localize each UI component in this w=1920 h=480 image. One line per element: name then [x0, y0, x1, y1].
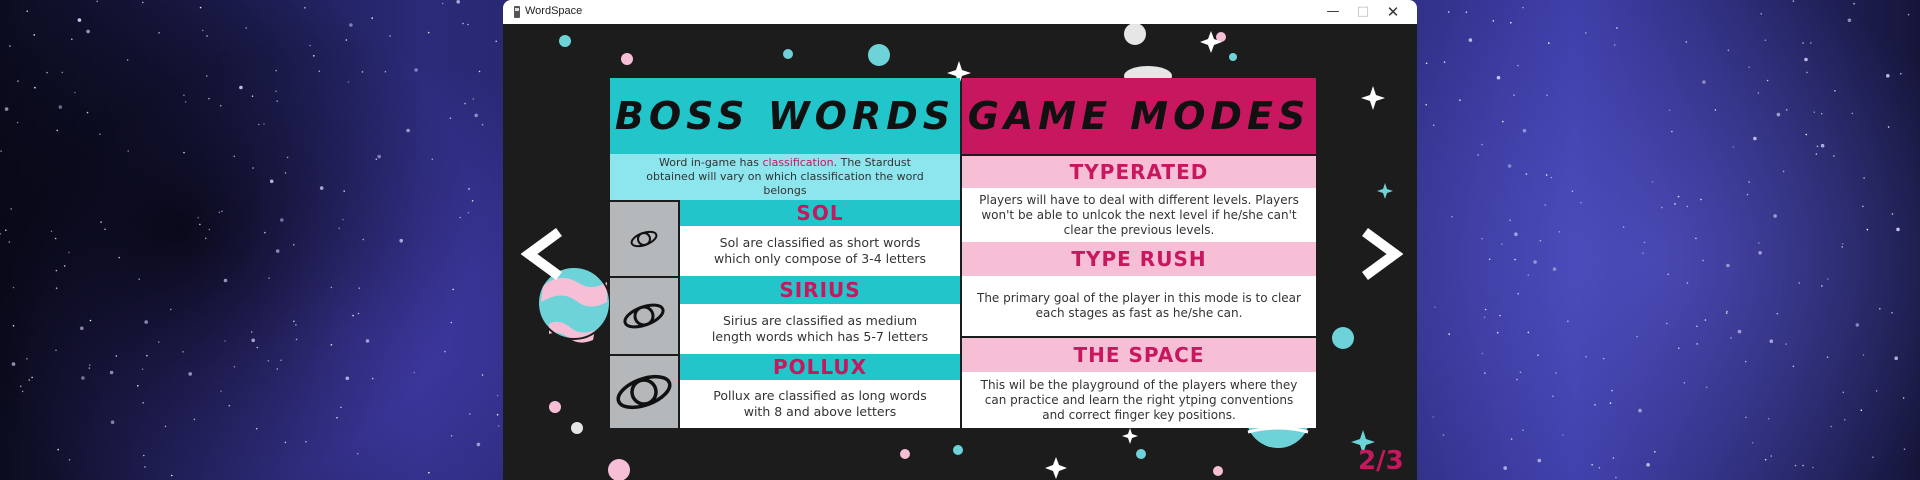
- planet-ring-medium-icon: [623, 303, 665, 329]
- typerated-label: TYPERATED: [1069, 160, 1209, 184]
- pollux-description: Pollux are classified as long words with…: [713, 388, 927, 419]
- game-modes-header: GAME MODES: [962, 78, 1316, 154]
- window-title: WordSpace: [525, 5, 583, 17]
- info-table: BOSS WORDS Word in-game has classificati…: [610, 78, 1316, 428]
- chevron-left-icon: [520, 227, 562, 281]
- type-rush-label: TYPE RUSH: [1071, 247, 1207, 271]
- boss-words-intro: Word in-game has classification. The Sta…: [610, 154, 960, 200]
- page-indicator: 2/3: [1358, 446, 1404, 476]
- type-rush-description: The primary goal of the player in this m…: [977, 291, 1301, 320]
- sirius-header: SIRIUS: [680, 276, 960, 304]
- chevron-right-icon: [1362, 227, 1404, 281]
- sirius-description-cell: Sirius are classified as medium length w…: [680, 304, 960, 354]
- wordspace-window: WordSpace — □ ✕ BOSS WORDS Word in-game …: [503, 0, 1417, 480]
- classification-highlight: classification: [762, 156, 834, 169]
- planet-ring-small-icon: [630, 230, 658, 248]
- pollux-header: POLLUX: [680, 354, 960, 380]
- pollux-icon-cell: [610, 354, 680, 428]
- intro-text: Word in-game has classification. The Sta…: [646, 156, 924, 197]
- type-rush-description-cell: The primary goal of the player in this m…: [962, 276, 1316, 336]
- sol-label: SOL: [796, 201, 844, 225]
- close-button[interactable]: ✕: [1375, 0, 1411, 24]
- sol-icon-cell: [610, 200, 680, 276]
- sol-description-cell: Sol are classified as short words which …: [680, 226, 960, 276]
- planet-ring-large-icon: [616, 374, 672, 410]
- the-space-description: This wil be the playground of the player…: [980, 377, 1298, 422]
- the-space-header: THE SPACE: [962, 336, 1316, 372]
- sol-header: SOL: [680, 200, 960, 226]
- the-space-description-cell: This wil be the playground of the player…: [962, 372, 1316, 428]
- next-slide-button[interactable]: [1355, 224, 1404, 284]
- the-space-label: THE SPACE: [1073, 343, 1205, 367]
- sirius-icon-cell: [610, 276, 680, 354]
- prev-slide-button[interactable]: [520, 224, 569, 284]
- pollux-label: POLLUX: [772, 355, 868, 379]
- typerated-header: TYPERATED: [962, 154, 1316, 188]
- type-rush-header: TYPE RUSH: [962, 242, 1316, 276]
- typerated-description: Players will have to deal with different…: [979, 192, 1299, 237]
- slide-content: BOSS WORDS Word in-game has classificati…: [503, 24, 1417, 480]
- typerated-description-cell: Players will have to deal with different…: [962, 188, 1316, 242]
- sirius-label: SIRIUS: [779, 278, 861, 302]
- game-modes-title: GAME MODES: [967, 94, 1311, 138]
- app-icon: [514, 6, 520, 18]
- sirius-description: Sirius are classified as medium length w…: [711, 313, 929, 344]
- title-bar[interactable]: WordSpace — □ ✕: [503, 0, 1417, 24]
- pollux-description-cell: Pollux are classified as long words with…: [680, 380, 960, 428]
- boss-words-title: BOSS WORDS: [614, 94, 956, 138]
- boss-words-header: BOSS WORDS: [610, 78, 960, 154]
- sol-description: Sol are classified as short words which …: [714, 235, 926, 266]
